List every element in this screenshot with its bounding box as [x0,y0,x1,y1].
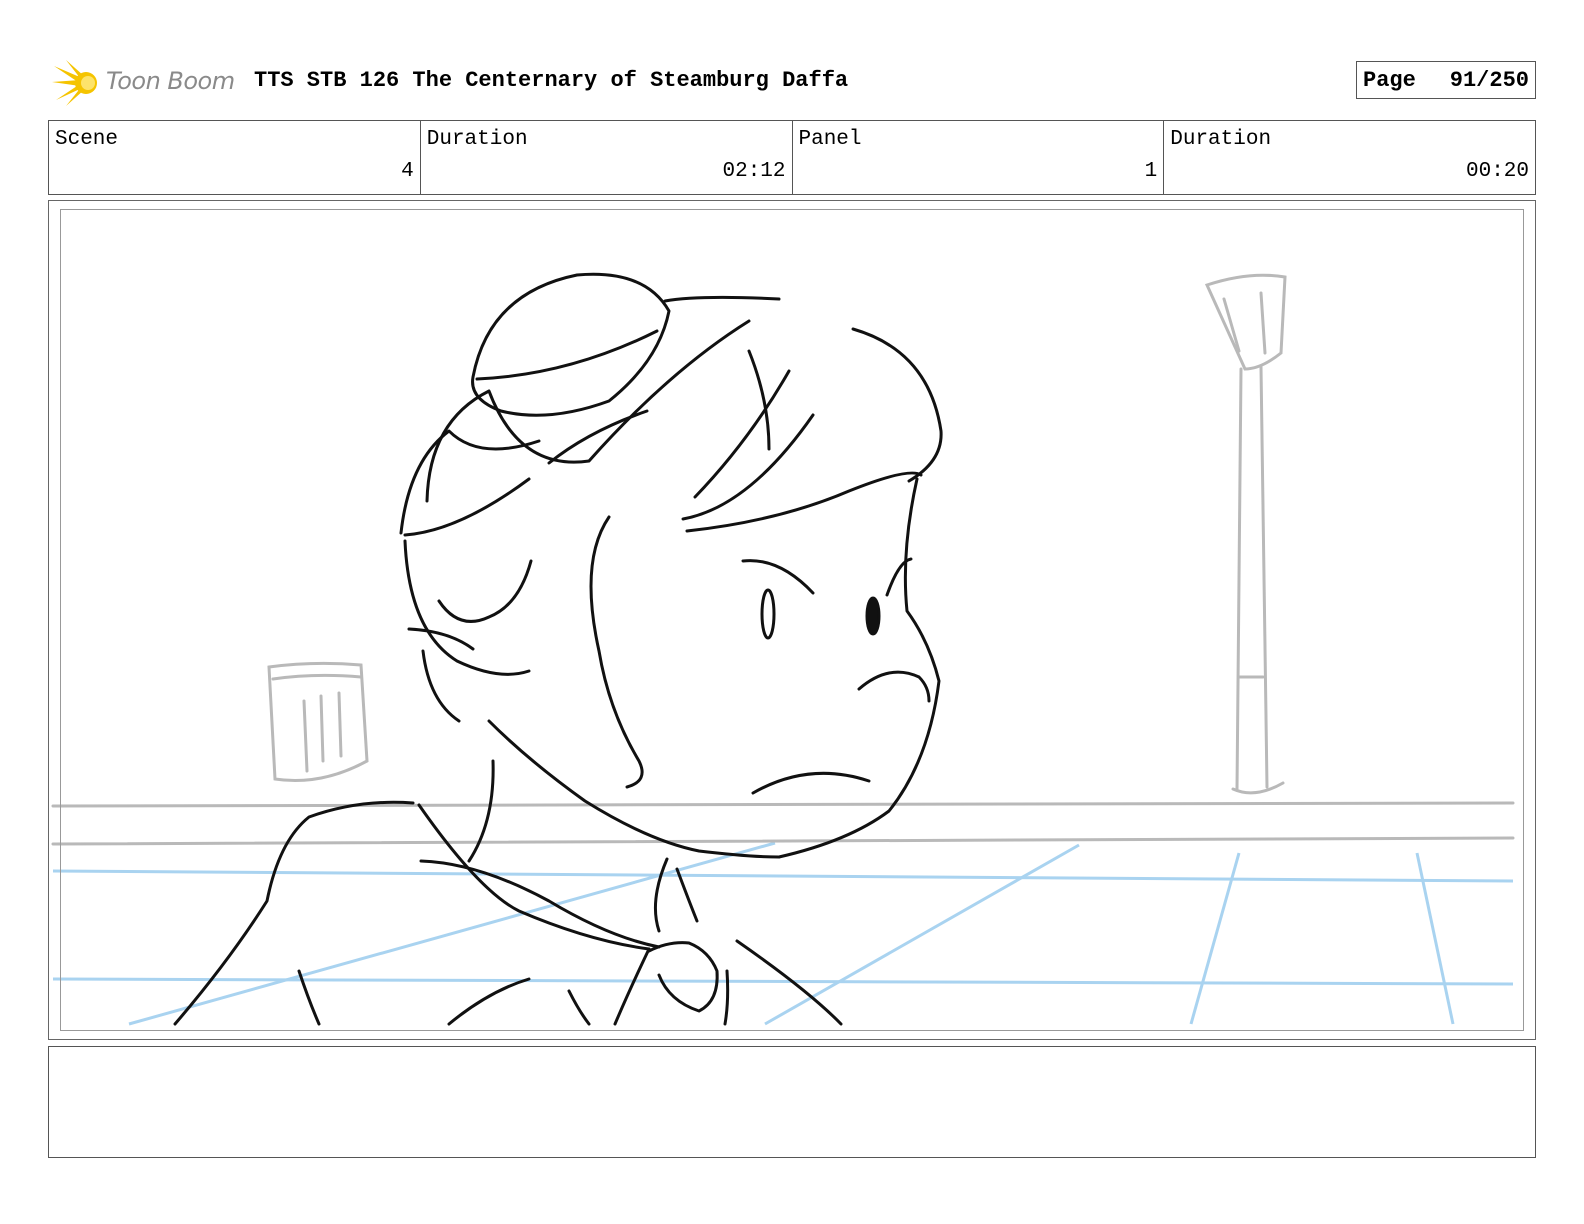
scene-duration-value: 02:12 [722,160,786,183]
panel-label: Panel [798,128,862,151]
page-indicator: Page 91/250 [1356,61,1536,99]
scene-cell: Scene 4 [49,121,421,194]
panel-info-table: Scene 4 Duration 02:12 Panel 1 Duration … [48,120,1536,195]
panel-safe-frame [60,209,1524,1031]
panel-duration-cell: Duration 00:20 [1164,121,1535,194]
toon-boom-logo: Toon Boom [52,56,242,108]
panel-notes-box [48,1046,1536,1158]
scene-duration-cell: Duration 02:12 [421,121,793,194]
scene-value: 4 [401,160,414,183]
starburst-icon [52,60,97,106]
scene-duration-label: Duration [426,128,528,151]
page-label: Page [1363,68,1416,93]
panel-value: 1 [1144,160,1158,183]
panel-cell: Panel 1 [793,121,1165,194]
storyboard-title: TTS STB 126 The Centernary of Steamburg … [254,68,849,93]
storyboard-panel [48,200,1536,1040]
panel-duration-label: Duration [1170,128,1272,151]
scene-label: Scene [55,128,119,151]
page-number: 91/250 [1449,68,1529,93]
storyboard-header: Toon Boom TTS STB 126 The Centernary of … [48,52,1536,108]
logo-wordmark: Toon Boom [106,67,235,95]
panel-duration-value: 00:20 [1465,160,1529,183]
